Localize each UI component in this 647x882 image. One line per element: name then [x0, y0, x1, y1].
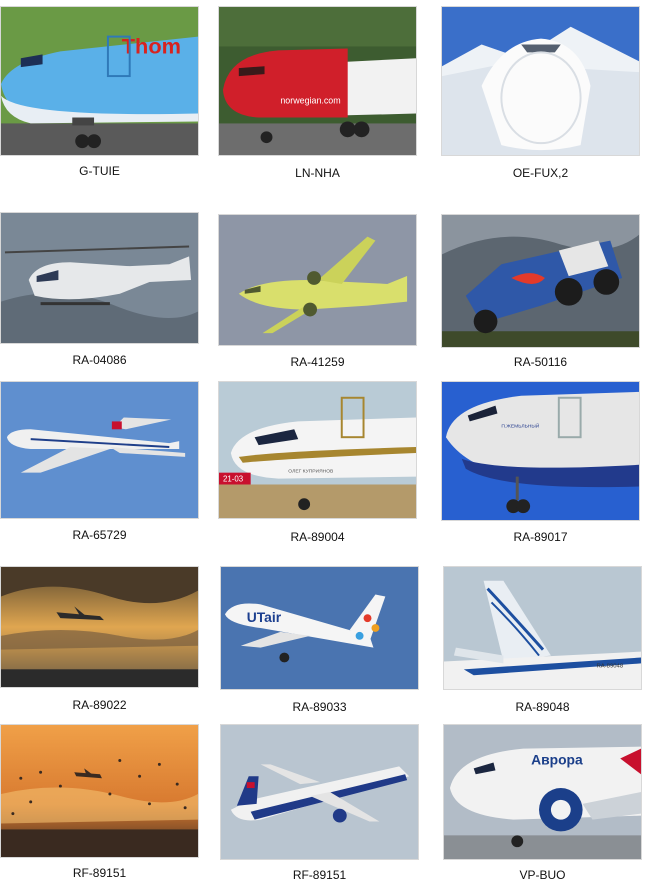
- aircraft-photo[interactable]: [441, 6, 640, 156]
- photo-caption: RA-89048: [515, 700, 570, 714]
- photo-caption: RA-89033: [292, 700, 347, 714]
- photo-caption: OE-FUX,2: [512, 166, 569, 180]
- aircraft-photo[interactable]: Thom: [0, 6, 199, 156]
- aircraft-photo[interactable]: [218, 214, 417, 346]
- aircraft-photo[interactable]: RA-89048: [443, 566, 642, 690]
- vehicle-photo[interactable]: [441, 214, 640, 348]
- photo-caption: RA-04086: [72, 353, 127, 367]
- aircraft-photo[interactable]: [0, 566, 199, 688]
- aircraft-photo[interactable]: UTair: [220, 566, 419, 690]
- aircraft-photo[interactable]: [0, 724, 199, 858]
- photo-caption: VP-BUO: [519, 868, 566, 882]
- aircraft-photo[interactable]: П.ЖЕМЬЛЬНЫЙ: [441, 381, 640, 521]
- photo-gallery: Thom G-TUIE norwegian.com LN-NHA OE-FUX,…: [0, 0, 647, 882]
- photo-caption: RA-89022: [72, 698, 127, 712]
- badge-text: 21-03: [223, 475, 244, 484]
- photo-caption: RA-89004: [290, 530, 345, 544]
- livery-text: UTair: [247, 609, 282, 625]
- photo-caption: LN-NHA: [295, 166, 340, 180]
- aircraft-photo[interactable]: [220, 724, 419, 860]
- aircraft-photo[interactable]: [0, 212, 199, 344]
- aircraft-photo[interactable]: ОЛЕГ КУПРИЯНОВ 21-03: [218, 381, 417, 519]
- photo-caption: RA-50116: [513, 355, 568, 369]
- photo-caption: RA-65729: [72, 528, 127, 542]
- photo-caption: RA-89017: [513, 530, 568, 544]
- photo-caption: RF-89151: [292, 868, 347, 882]
- aircraft-photo[interactable]: [0, 381, 199, 519]
- photo-caption: RA-41259: [290, 355, 345, 369]
- aircraft-photo[interactable]: Аврора: [443, 724, 642, 860]
- aircraft-photo[interactable]: norwegian.com: [218, 6, 417, 156]
- livery-text: Аврора: [531, 751, 583, 767]
- photo-caption: G-TUIE: [79, 164, 120, 178]
- livery-text: ОЛЕГ КУПРИЯНОВ: [288, 469, 334, 475]
- livery-text: RA-89048: [596, 663, 623, 669]
- photo-caption: RF-89151: [72, 866, 127, 880]
- livery-text: norwegian.com: [280, 96, 340, 106]
